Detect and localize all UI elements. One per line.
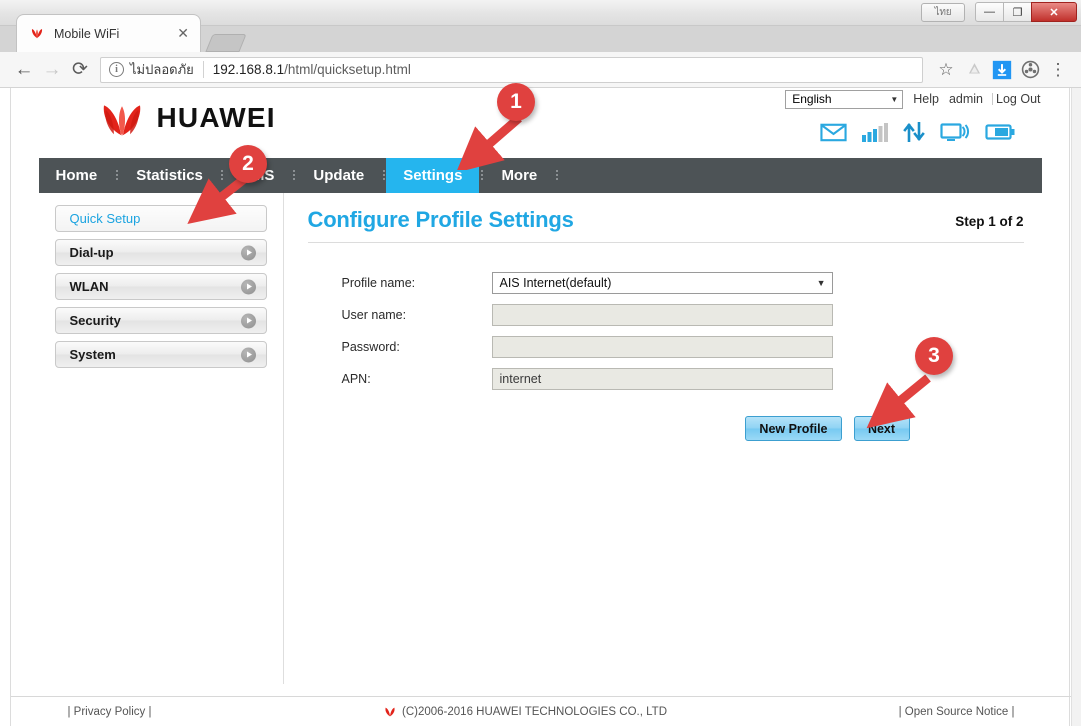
language-value: English bbox=[792, 92, 832, 106]
header-separator bbox=[992, 93, 994, 105]
drive-icon[interactable] bbox=[961, 57, 987, 83]
reload-icon[interactable]: ⟳ bbox=[66, 56, 94, 84]
sidebar-item-label: WLAN bbox=[69, 279, 109, 294]
copyright-text: (C)2006-2016 HUAWEI TECHNOLOGIES CO., LT… bbox=[402, 705, 667, 718]
header-right: English ▼ Help admin Log Out bbox=[785, 88, 1041, 142]
sidebar-item-label: Security bbox=[69, 313, 121, 328]
user-name-label: User name: bbox=[341, 308, 407, 322]
chevron-down-icon: ▼ bbox=[816, 278, 826, 288]
chevron-down-icon: ▼ bbox=[890, 94, 899, 104]
chrome-menu-icon[interactable]: ⋮ bbox=[1045, 57, 1071, 83]
film-reel-extension-icon[interactable] bbox=[1017, 57, 1043, 83]
annotation-arrow-3 bbox=[866, 374, 931, 429]
user-name-input[interactable] bbox=[491, 304, 833, 326]
omnibox-divider bbox=[202, 61, 204, 78]
address-bar[interactable]: i ไม่ปลอดภัย 192.168.8.1/html/quicksetup… bbox=[100, 56, 923, 83]
chevron-right-icon bbox=[240, 245, 256, 260]
battery-icon bbox=[984, 124, 1014, 140]
password-label: Password: bbox=[341, 340, 400, 354]
security-status-text: ไม่ปลอดภัย bbox=[130, 62, 194, 77]
header-links-row: English ▼ Help admin Log Out bbox=[785, 88, 1041, 110]
data-transfer-icon bbox=[902, 122, 925, 142]
profile-name-value: AIS Internet(default) bbox=[499, 276, 612, 290]
form-row-profile-name: Profile name: AIS Internet(default) ▼ bbox=[342, 272, 1042, 294]
nav-item-home[interactable]: Home bbox=[39, 158, 115, 193]
admin-label: admin bbox=[948, 92, 984, 106]
brand-text: HUAWEI bbox=[156, 102, 276, 133]
sidebar-item-wlan[interactable]: WLAN bbox=[54, 273, 267, 300]
help-link[interactable]: Help bbox=[913, 92, 939, 106]
close-icon[interactable]: ✕ bbox=[174, 26, 192, 42]
huawei-favicon bbox=[31, 28, 43, 38]
tab-strip: Mobile WiFi ✕ bbox=[0, 14, 1081, 52]
status-icon-bar bbox=[785, 122, 1040, 142]
sidebar-item-label: Quick Setup bbox=[69, 211, 141, 226]
back-icon[interactable]: ← bbox=[10, 56, 38, 84]
window-controls: ไทย — ❐ ✕ bbox=[921, 2, 1077, 22]
tab-title: Mobile WiFi bbox=[54, 26, 120, 41]
signal-strength-icon bbox=[861, 123, 888, 142]
language-select[interactable]: English ▼ bbox=[785, 89, 904, 109]
content-header: Configure Profile Settings Step 1 of 2 bbox=[308, 207, 1042, 233]
sms-envelope-icon[interactable] bbox=[819, 122, 847, 142]
copyright-block: (C)2006-2016 HUAWEI TECHNOLOGIES CO., LT… bbox=[383, 706, 667, 718]
huawei-logo-icon bbox=[103, 105, 140, 136]
browser-window: ไทย — ❐ ✕ Mobile WiFi ✕ ← → ⟳ i ไม่ปลอดภ… bbox=[0, 0, 1081, 726]
annotation-marker-1: 1 bbox=[497, 83, 535, 121]
chevron-right-icon bbox=[240, 279, 256, 294]
form-row-user-name: User name: bbox=[342, 304, 1042, 326]
huawei-brand: HUAWEI bbox=[95, 98, 276, 138]
new-profile-button[interactable]: New Profile bbox=[745, 416, 842, 441]
content-panel: Configure Profile Settings Step 1 of 2 P… bbox=[284, 193, 1042, 684]
profile-name-select[interactable]: AIS Internet(default) ▼ bbox=[491, 272, 833, 294]
sidebar-item-system[interactable]: System bbox=[54, 341, 267, 368]
title-divider bbox=[307, 242, 1024, 243]
page-scrollbar[interactable] bbox=[1071, 88, 1081, 726]
logout-link[interactable]: Log Out bbox=[996, 92, 1040, 106]
page-title: Configure Profile Settings bbox=[307, 207, 574, 232]
forward-icon: → bbox=[42, 58, 62, 80]
site-info-icon[interactable]: i bbox=[109, 62, 124, 77]
apn-input[interactable]: internet bbox=[491, 368, 833, 390]
annotation-marker-2: 2 bbox=[229, 145, 267, 183]
close-button[interactable]: ✕ bbox=[1031, 2, 1077, 22]
nav-item-update[interactable]: Update bbox=[296, 158, 381, 193]
bookmark-star-icon[interactable]: ☆ bbox=[933, 57, 959, 83]
step-indicator: Step 1 of 2 bbox=[955, 214, 1024, 229]
new-tab-button[interactable] bbox=[205, 34, 247, 52]
download-icon[interactable] bbox=[989, 57, 1015, 83]
maximize-button[interactable]: ❐ bbox=[1003, 2, 1032, 22]
sidebar-item-dial-up[interactable]: Dial-up bbox=[54, 239, 267, 266]
profile-name-label: Profile name: bbox=[341, 276, 416, 290]
url-text: 192.168.8.1/html/quicksetup.html bbox=[213, 62, 411, 77]
page-header: HUAWEI English ▼ Help admin Log Out bbox=[39, 88, 1042, 158]
privacy-policy-link[interactable]: | Privacy Policy | bbox=[68, 706, 152, 718]
huawei-footer-logo-icon bbox=[385, 707, 395, 717]
open-source-notice-link[interactable]: | Open Source Notice | bbox=[899, 706, 1015, 718]
browser-toolbar: ← → ⟳ i ไม่ปลอดภัย 192.168.8.1/html/quic… bbox=[0, 52, 1081, 88]
ime-language-button[interactable]: ไทย bbox=[921, 2, 965, 22]
url-host: 192.168.8.1 bbox=[212, 62, 285, 77]
annotation-marker-3: 3 bbox=[915, 337, 953, 375]
chevron-right-icon bbox=[240, 313, 256, 328]
sidebar-item-label: System bbox=[69, 347, 116, 362]
chevron-right-icon bbox=[240, 347, 256, 362]
page-footer: | Privacy Policy | (C)2006-2016 HUAWEI T… bbox=[11, 696, 1071, 726]
apn-label: APN: bbox=[341, 372, 371, 386]
url-path: /html/quicksetup.html bbox=[284, 62, 411, 77]
sidebar-item-security[interactable]: Security bbox=[54, 307, 267, 334]
minimize-button[interactable]: — bbox=[975, 2, 1004, 22]
wifi-clients-icon bbox=[939, 123, 969, 141]
page-body: Quick Setup Dial-up WLAN Security System… bbox=[39, 193, 1042, 684]
sidebar: Quick Setup Dial-up WLAN Security System bbox=[39, 193, 284, 684]
nav-separator bbox=[554, 158, 559, 193]
password-input[interactable] bbox=[491, 336, 833, 358]
sidebar-item-label: Dial-up bbox=[69, 245, 114, 260]
browser-tab[interactable]: Mobile WiFi ✕ bbox=[16, 14, 201, 52]
